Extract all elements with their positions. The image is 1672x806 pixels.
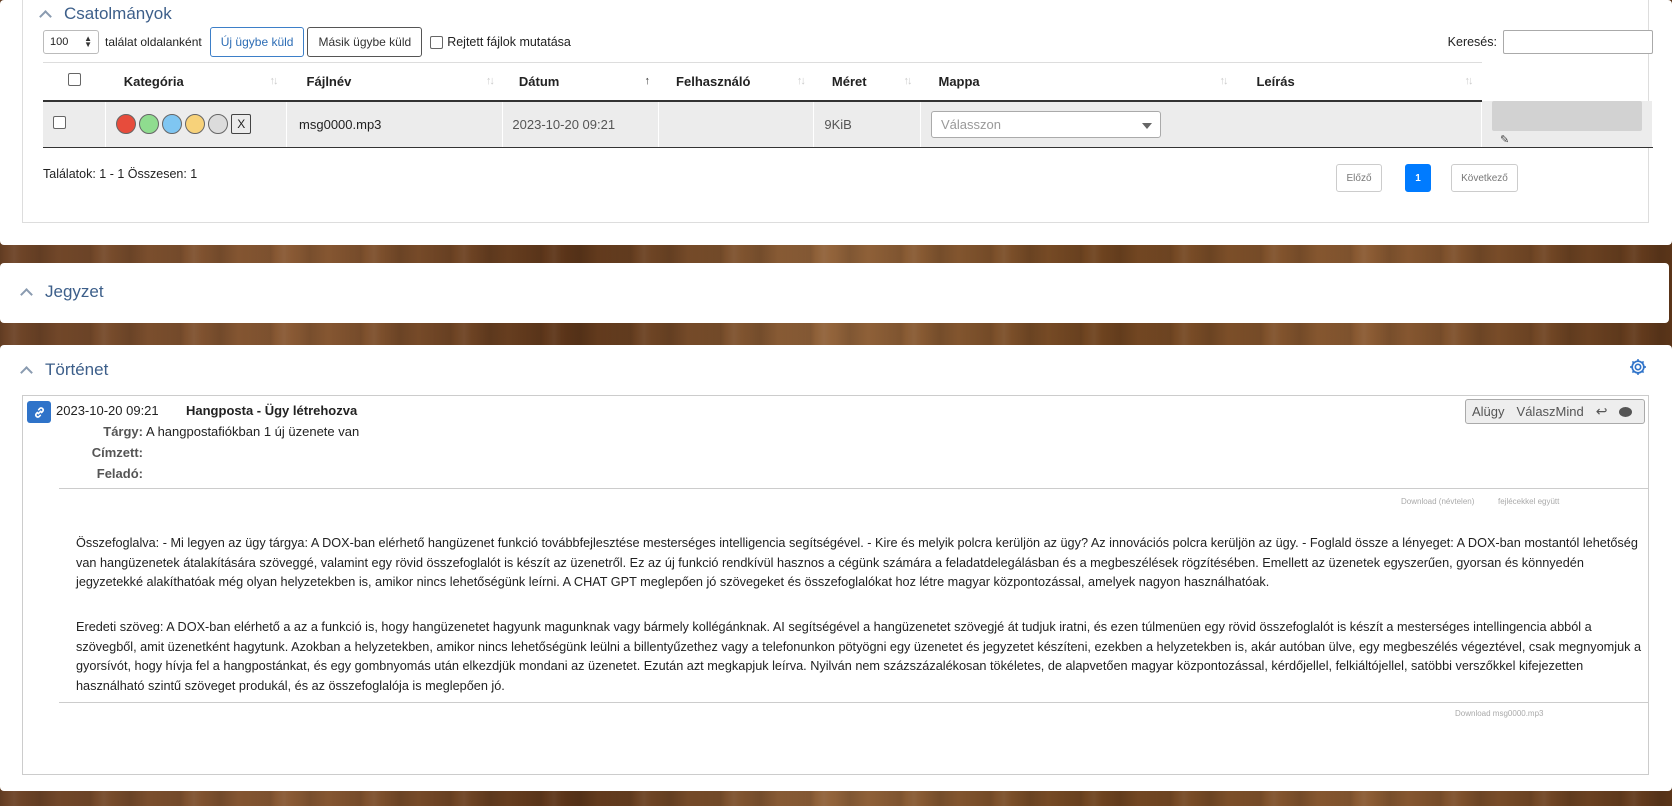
column-label: Leírás [1256, 73, 1295, 89]
chevron-up-icon[interactable] [20, 365, 33, 379]
entry-date: 2023-10-20 09:21 [56, 403, 159, 418]
search-label: Keresés: [1447, 35, 1497, 49]
column-header-user[interactable]: Felhasználó ↑↓ [658, 62, 814, 102]
history-header[interactable]: Történet [18, 360, 108, 380]
divider [59, 488, 1649, 489]
size-value: 9KiB [824, 116, 852, 132]
entry-actions: Alügy VálaszMind ↩ [1465, 399, 1645, 424]
date-cell: 2023-10-20 09:21 [502, 100, 659, 148]
download-nameless-link[interactable]: Download (névtelen) [1401, 497, 1474, 506]
user-cell [658, 100, 815, 148]
note-panel: Jegyzet [0, 263, 1669, 323]
reply-all-button[interactable]: VálaszMind [1517, 404, 1584, 419]
folder-placeholder: Válasszon [940, 116, 1001, 132]
results-summary: Találatok: 1 - 1 Összesen: 1 [43, 167, 198, 181]
column-header-date[interactable]: Dátum ↑ [502, 62, 659, 102]
pager-prev-button[interactable]: Előző [1336, 164, 1382, 192]
attachments-container: Csatolmányok 100 ▲ ▼ találat oldalanként … [22, 0, 1653, 223]
show-hidden-label: Rejtett fájlok mutatása [447, 35, 571, 49]
reply-icon[interactable]: ↩ [1596, 403, 1608, 420]
attachments-panel: Csatolmányok 100 ▲ ▼ találat oldalanként … [0, 0, 1672, 245]
sender-label: Feladó: [96, 466, 143, 481]
column-label: Felhasználó [676, 73, 751, 89]
sort-ascending-icon: ↑ [644, 75, 650, 87]
folder-dropdown[interactable]: Válasszon [930, 110, 1161, 138]
description-cell: ✎ [1481, 100, 1653, 148]
per-page-label: találat oldalanként [105, 35, 202, 49]
pencil-icon[interactable]: ✎ [1500, 133, 1509, 146]
category-red-dot[interactable] [116, 114, 137, 135]
category-cell: X [105, 100, 288, 148]
send-new-case-button[interactable]: Új ügybe küld [209, 27, 305, 57]
history-title: Történet [45, 360, 109, 379]
attachments-toolbar: 100 ▲ ▼ találat oldalanként Új ügybe küld… [43, 27, 1653, 57]
chevron-up-icon[interactable] [39, 9, 52, 23]
note-header[interactable]: Jegyzet [18, 282, 104, 302]
per-page-value: 100 [50, 36, 69, 48]
category-blue-dot[interactable] [162, 114, 183, 135]
divider [59, 702, 1649, 703]
sort-icon: ↑↓ [796, 75, 806, 87]
subcase-button[interactable]: Alügy [1472, 404, 1505, 419]
pager-next-button[interactable]: Következő [1451, 164, 1518, 192]
column-label: Kategória [123, 73, 184, 89]
chevron-up-icon[interactable] [20, 287, 33, 301]
select-all-checkbox[interactable] [67, 73, 81, 87]
column-header-folder[interactable]: Mappa ↑↓ [920, 62, 1237, 102]
filename-link[interactable]: msg0000.mp3 [299, 117, 381, 132]
select-all-header [43, 62, 106, 102]
recipient-label: Címzett: [91, 445, 143, 460]
folder-cell: Válasszon [920, 100, 1483, 148]
show-hidden-checkbox[interactable] [430, 35, 444, 49]
summary-text: Összefoglalva: - Mi legyen az ügy tárgya… [76, 536, 1638, 589]
original-text: Eredeti szöveg: A DOX-ban elérhető a az … [76, 620, 1642, 693]
column-label: Fájlnév [306, 73, 352, 89]
history-panel: Történet 2023-10-20 09:21 Hangposta - Üg… [0, 345, 1672, 791]
download-with-headers-link[interactable]: fejlécekkel együtt [1498, 497, 1559, 506]
column-header-filename[interactable]: Fájlnév ↑↓ [286, 62, 503, 102]
sort-icon: ↑↓ [903, 75, 912, 87]
search-input[interactable] [1503, 30, 1653, 54]
sort-icon: ↑↓ [269, 75, 279, 87]
sort-icon: ↑↓ [1464, 75, 1474, 87]
row-checkbox[interactable] [53, 116, 66, 130]
subject-value: A hangpostafiókban 1 új üzenete van [146, 424, 360, 439]
comment-icon[interactable] [1619, 406, 1633, 417]
column-header-description[interactable]: Leírás ↑↓ [1236, 62, 1482, 102]
column-label: Méret [831, 73, 867, 89]
caret-down-icon [1141, 122, 1152, 129]
attachments-title: Csatolmányok [64, 4, 172, 23]
link-icon[interactable] [27, 401, 51, 423]
size-cell: 9KiB [813, 100, 921, 148]
pager-page-1[interactable]: 1 [1405, 164, 1431, 192]
attachments-table: Kategória ↑↓ Fájlnév ↑↓ Dátum ↑ Felhasználó… [43, 62, 1653, 148]
updown-arrows-icon: ▲ ▼ [84, 34, 92, 49]
row-select-cell [43, 100, 107, 148]
category-yellow-dot[interactable] [185, 114, 206, 135]
sort-icon: ↑↓ [1219, 75, 1228, 87]
category-gray-dot[interactable] [208, 114, 229, 135]
table-header-row: Kategória ↑↓ Fájlnév ↑↓ Dátum ↑ Felhasználó… [43, 62, 1653, 102]
note-title: Jegyzet [45, 282, 104, 301]
column-label: Mappa [938, 73, 980, 89]
send-other-case-button[interactable]: Másik ügybe küld [307, 27, 423, 57]
date-value: 2023-10-20 09:21 [512, 116, 616, 132]
history-entry: 2023-10-20 09:21 Hangposta - Ügy létreho… [22, 395, 1649, 775]
column-header-category[interactable]: Kategória ↑↓ [105, 62, 287, 102]
description-field[interactable] [1492, 101, 1642, 132]
table-row[interactable]: X msg0000.mp3 2023-10-20 09:21 9KiB Vála… [43, 100, 1653, 148]
filename-cell[interactable]: msg0000.mp3 [286, 100, 504, 148]
per-page-select[interactable]: 100 ▲ ▼ [43, 30, 99, 54]
attachments-header[interactable]: Csatolmányok [37, 4, 172, 24]
subject-label: Tárgy: [103, 424, 143, 439]
sort-icon: ↑↓ [485, 75, 495, 87]
category-clear-button[interactable]: X [231, 114, 252, 135]
gear-icon[interactable] [1628, 357, 1648, 377]
column-header-size[interactable]: Méret ↑↓ [813, 62, 921, 102]
download-file-link[interactable]: Download msg0000.mp3 [1455, 709, 1544, 718]
category-green-dot[interactable] [139, 114, 160, 135]
column-label: Dátum [518, 73, 560, 89]
entry-title: Hangposta - Ügy létrehozva [186, 403, 358, 418]
